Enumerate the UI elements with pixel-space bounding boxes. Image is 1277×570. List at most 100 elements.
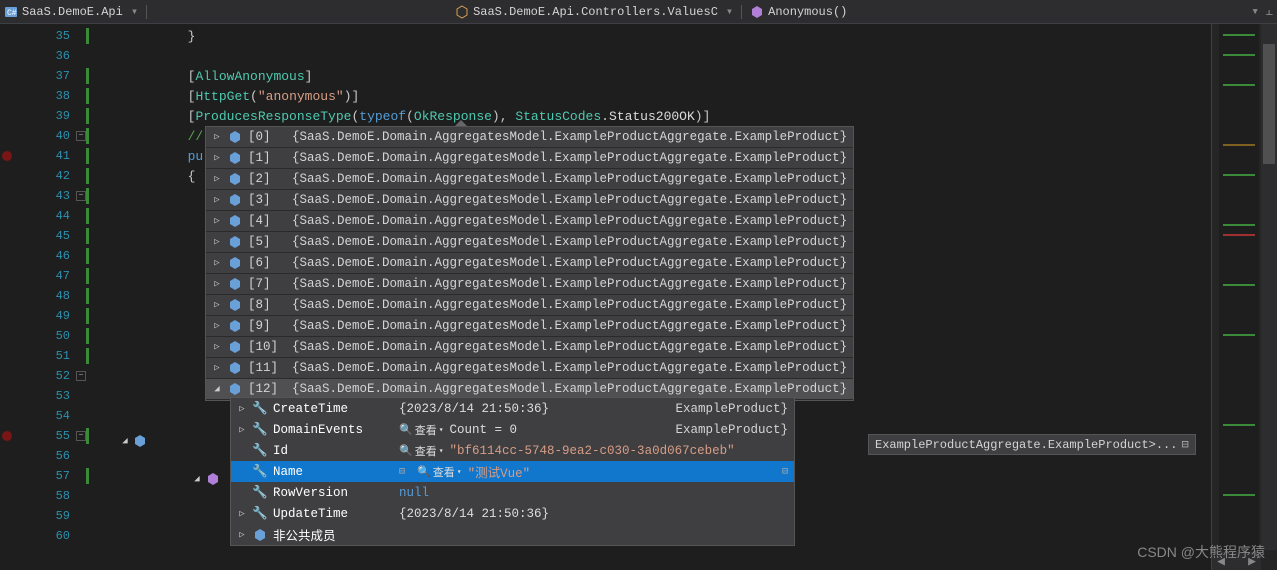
magnifier-icon[interactable]: 🔍查看▾ <box>399 443 444 459</box>
fold-icon[interactable]: − <box>76 431 86 441</box>
expander-icon[interactable]: ◢ <box>212 384 222 394</box>
wrench-icon: 🔧 <box>253 507 267 521</box>
expander-icon[interactable]: ▷ <box>212 258 222 268</box>
expander-icon[interactable]: ▷ <box>212 300 222 310</box>
cube-icon <box>206 472 220 486</box>
cube-icon <box>228 361 242 375</box>
datatip-row[interactable]: ▷[2]{SaaS.DemoE.Domain.AggregatesModel.E… <box>206 169 853 190</box>
item-value: {SaaS.DemoE.Domain.AggregatesModel.Examp… <box>292 130 847 144</box>
expander-icon[interactable]: ▷ <box>212 132 222 142</box>
inline-value-expander[interactable]: ◢ <box>120 434 147 448</box>
datatip-row[interactable]: ▷ [11] {SaaS.DemoE.Domain.AggregatesModel.… <box>206 358 853 379</box>
cube-icon <box>228 319 242 333</box>
magnifier-icon[interactable]: 🔍查看▾ <box>417 464 462 480</box>
editor-right-tools: ▾ ⫠ <box>1251 4 1273 19</box>
breadcrumb-method[interactable]: Anonymous() <box>750 5 847 19</box>
vertical-scrollbar[interactable] <box>1261 24 1277 550</box>
item-index: [2] <box>248 172 286 186</box>
csharp-project-icon: C# <box>4 5 18 19</box>
item-value: {SaaS.DemoE.Domain.AggregatesModel.Examp… <box>292 340 847 354</box>
pin-icon[interactable]: ⊟ <box>1181 437 1188 452</box>
dropdown-chevron-icon[interactable]: ▾ <box>439 425 444 435</box>
datatip-row[interactable]: ▷ [7] {SaaS.DemoE.Domain.AggregatesModel.E… <box>206 274 853 295</box>
datatip-row[interactable]: ▷[9]{SaaS.DemoE.Domain.AggregatesModel.E… <box>206 316 853 337</box>
breakpoint-icon[interactable] <box>2 431 12 441</box>
method-icon <box>455 5 469 19</box>
split-editor-icon[interactable]: ⫠ <box>1265 4 1273 19</box>
cube-icon <box>228 151 242 165</box>
item-index: [4] <box>248 214 286 228</box>
expander-icon[interactable]: ▷ <box>212 216 222 226</box>
inline-value-hint[interactable]: ExampleProductAggregate.ExampleProduct>.… <box>868 434 1196 455</box>
nested-expander[interactable]: ◢ <box>192 472 220 486</box>
property-row[interactable]: ▷ 🔧 DomainEvents 🔍查看▾ Count = 0 ExampleP… <box>231 419 794 440</box>
pin-icon[interactable]: ⊟ <box>782 466 788 478</box>
property-row[interactable]: 🔧 RowVersion null <box>231 482 794 503</box>
wrench-icon: 🔧 <box>253 486 267 500</box>
debug-datatip-properties[interactable]: ▷ 🔧 CreateTime {2023/8/14 21:50:36} Exam… <box>230 397 795 546</box>
property-row[interactable]: 🔧 Name ⊟ 🔍查看▾ "测试Vue" ⊟ <box>231 461 794 482</box>
item-value: {SaaS.DemoE.Domain.AggregatesModel.Examp… <box>292 214 847 228</box>
datatip-row[interactable]: ▷ [5] {SaaS.DemoE.Domain.AggregatesModel.E… <box>206 232 853 253</box>
expander-icon[interactable]: ▷ <box>212 279 222 289</box>
item-index: [8] <box>248 298 286 312</box>
minimap[interactable] <box>1219 24 1259 550</box>
datatip-row[interactable]: ▷[0]{SaaS.DemoE.Domain.AggregatesModel.E… <box>206 127 853 148</box>
fold-icon[interactable]: − <box>76 191 86 201</box>
datatip-row[interactable]: ▷[3]{SaaS.DemoE.Domain.AggregatesModel.E… <box>206 190 853 211</box>
expander-icon[interactable]: ▷ <box>237 530 247 540</box>
dropdown-chevron-icon[interactable]: ▾ <box>1251 4 1259 19</box>
debug-datatip[interactable]: ▷[0]{SaaS.DemoE.Domain.AggregatesModel.E… <box>205 120 854 401</box>
cube-icon <box>750 5 764 19</box>
property-row[interactable]: ▷ 🔧 CreateTime {2023/8/14 21:50:36} Exam… <box>231 398 794 419</box>
item-index: [7] <box>248 277 286 291</box>
item-index: [5] <box>248 235 286 249</box>
item-value: {SaaS.DemoE.Domain.AggregatesModel.Examp… <box>292 277 847 291</box>
item-index: [11] <box>248 361 286 375</box>
item-value: {SaaS.DemoE.Domain.AggregatesModel.Examp… <box>292 193 847 207</box>
datatip-row[interactable]: ▷[1]{SaaS.DemoE.Domain.AggregatesModel.E… <box>206 148 853 169</box>
expander-icon[interactable]: ▷ <box>212 195 222 205</box>
expander-icon[interactable]: ▷ <box>212 153 222 163</box>
cube-icon <box>228 256 242 270</box>
breadcrumb-class[interactable]: SaaS.DemoE.Api.Controllers.ValuesC ▾ <box>455 4 733 19</box>
item-value: {SaaS.DemoE.Domain.AggregatesModel.Examp… <box>292 361 847 375</box>
magnifier-icon[interactable]: 🔍查看▾ <box>399 422 444 438</box>
editor-right-strip: ◀ ▶ <box>1211 24 1277 570</box>
expander-icon[interactable]: ▷ <box>237 425 247 435</box>
datatip-row[interactable]: ▷[6]{SaaS.DemoE.Domain.AggregatesModel.E… <box>206 253 853 274</box>
expander-icon[interactable]: ▷ <box>212 237 222 247</box>
property-row[interactable]: ▷ 非公共成员 <box>231 524 794 545</box>
breadcrumb-separator <box>146 5 147 19</box>
expander-icon[interactable]: ▷ <box>212 342 222 352</box>
wrench-icon: 🔧 <box>253 465 267 479</box>
watermark: CSDN @大熊程序猿 <box>1137 542 1265 562</box>
cube-icon <box>228 130 242 144</box>
property-row[interactable]: 🔧 Id 🔍查看▾ "bf6114cc-5748-9ea2-c030-3a0d0… <box>231 440 794 461</box>
item-index: [12] <box>248 382 286 396</box>
fold-icon[interactable]: − <box>76 371 86 381</box>
cube-icon <box>228 235 242 249</box>
expander-icon[interactable]: ▷ <box>212 321 222 331</box>
cube-icon <box>228 298 242 312</box>
item-value: {SaaS.DemoE.Domain.AggregatesModel.Examp… <box>292 235 847 249</box>
datatip-row[interactable]: ▷[8]{SaaS.DemoE.Domain.AggregatesModel.E… <box>206 295 853 316</box>
dropdown-chevron-icon: ▾ <box>131 4 138 19</box>
fold-icon[interactable]: − <box>76 131 86 141</box>
expander-icon[interactable]: ▷ <box>212 174 222 184</box>
dropdown-chevron-icon[interactable]: ▾ <box>439 446 444 456</box>
expander-icon[interactable]: ▷ <box>212 363 222 373</box>
breakpoint-icon[interactable] <box>2 151 12 161</box>
breadcrumb-project[interactable]: C# SaaS.DemoE.Api ▾ <box>4 4 138 19</box>
property-row[interactable]: ▷ 🔧 UpdateTime {2023/8/14 21:50:36} <box>231 503 794 524</box>
datatip-row[interactable]: ▷[10]{SaaS.DemoE.Domain.AggregatesModel.… <box>206 337 853 358</box>
dropdown-chevron-icon[interactable]: ▾ <box>457 467 462 477</box>
expander-icon[interactable]: ▷ <box>237 404 247 414</box>
expander-icon[interactable]: ▷ <box>237 509 247 519</box>
pin-icon[interactable]: ⊟ <box>399 466 405 478</box>
wrench-icon: 🔧 <box>253 402 267 416</box>
item-value: {SaaS.DemoE.Domain.AggregatesModel.Examp… <box>292 382 847 396</box>
cube-icon <box>228 193 242 207</box>
datatip-row[interactable]: ▷ [4] {SaaS.DemoE.Domain.AggregatesModel.E… <box>206 211 853 232</box>
item-value: {SaaS.DemoE.Domain.AggregatesModel.Examp… <box>292 319 847 333</box>
